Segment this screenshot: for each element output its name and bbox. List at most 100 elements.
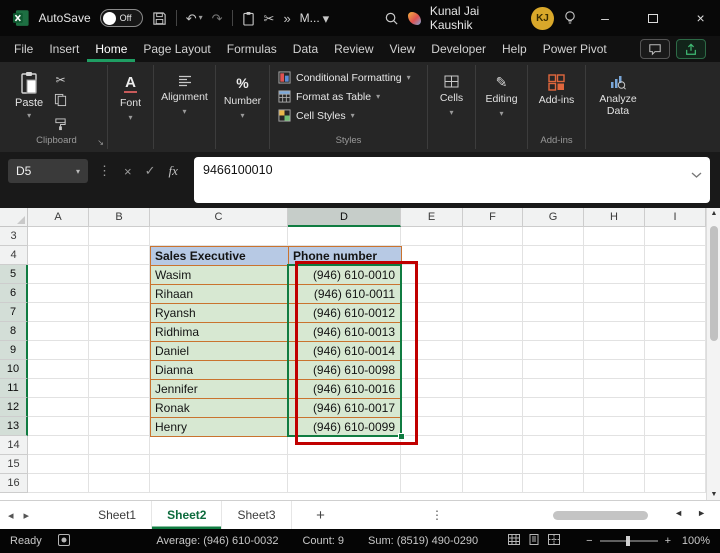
font-group-collapsed[interactable]: A Font ▾	[108, 65, 154, 149]
cell-C9[interactable]: Daniel	[150, 341, 289, 361]
zoom-slider[interactable]	[600, 540, 658, 542]
row-header-11[interactable]: 11	[0, 379, 28, 398]
column-header-B[interactable]: B	[89, 208, 150, 227]
sheet-tab-sheet1[interactable]: Sheet1	[83, 501, 152, 529]
document-menu[interactable]: M...▾	[300, 11, 330, 25]
column-header-G[interactable]: G	[523, 208, 584, 227]
user-avatar[interactable]: KJ	[531, 7, 553, 30]
column-header-F[interactable]: F	[463, 208, 523, 227]
macro-record-button[interactable]	[58, 534, 70, 549]
cell-C5[interactable]: Wasim	[150, 265, 289, 285]
share-button[interactable]	[676, 39, 706, 59]
row-header-8[interactable]: 8	[0, 322, 28, 341]
scroll-up-icon[interactable]: ▲	[707, 210, 720, 217]
cancel-icon[interactable]: ×	[124, 164, 132, 179]
cell-D6[interactable]: (946) 610-0011	[288, 284, 402, 304]
status-average[interactable]: Average: (946) 610-0032	[156, 535, 278, 547]
row-header-6[interactable]: 6	[0, 284, 28, 303]
more-commands-button[interactable]: »	[283, 12, 290, 25]
zoom-out-button[interactable]: −	[586, 535, 592, 547]
tab-file[interactable]: File	[6, 37, 41, 62]
cell-C8[interactable]: Ridhima	[150, 322, 289, 342]
page-layout-view-button[interactable]	[528, 534, 540, 548]
sheet-tab-sheet3[interactable]: Sheet3	[222, 501, 291, 529]
sheet-nav-right-icon[interactable]: ▸	[24, 509, 30, 522]
scroll-right-icon[interactable]: ►	[697, 508, 706, 518]
status-count[interactable]: Count: 9	[302, 535, 344, 547]
comments-button[interactable]	[640, 39, 670, 59]
row-header-13[interactable]: 13	[0, 417, 28, 436]
cell-C7[interactable]: Ryansh	[150, 303, 289, 323]
status-sum[interactable]: Sum: (8519) 490-0290	[368, 535, 478, 547]
number-group-collapsed[interactable]: % Number ▾	[216, 65, 270, 149]
column-header-D[interactable]: D	[288, 208, 401, 227]
lightbulb-icon[interactable]	[563, 10, 577, 26]
minimize-button[interactable]: –	[586, 0, 625, 36]
scroll-down-icon[interactable]: ▼	[707, 491, 720, 498]
redo-button[interactable]: ↷	[212, 12, 223, 25]
row-header-14[interactable]: 14	[0, 436, 28, 455]
conditional-formatting-button[interactable]: Conditional Formatting ▾	[275, 69, 422, 86]
formula-input[interactable]: 9466100010	[194, 157, 710, 203]
name-box[interactable]: D5 ▾	[8, 159, 88, 183]
tab-page-layout[interactable]: Page Layout	[135, 37, 218, 62]
undo-button[interactable]: ↶▾	[186, 12, 203, 25]
user-name[interactable]: Kunal Jai Kaushik	[430, 4, 523, 32]
zoom-in-button[interactable]: +	[665, 535, 671, 547]
column-header-A[interactable]: A	[28, 208, 89, 227]
enter-icon[interactable]: ✓	[145, 163, 156, 179]
zoom-slider-knob[interactable]	[626, 536, 630, 546]
cell-styles-button[interactable]: Cell Styles ▾	[275, 107, 422, 124]
cell-D13[interactable]: (946) 610-0099	[288, 417, 402, 437]
cell-C4[interactable]: Sales Executive	[150, 246, 289, 266]
row-header-15[interactable]: 15	[0, 455, 28, 474]
tabbar-splitter-handle[interactable]: ⋮	[431, 508, 443, 522]
tab-help[interactable]: Help	[494, 37, 535, 62]
close-button[interactable]: ×	[681, 0, 720, 36]
column-header-E[interactable]: E	[401, 208, 463, 227]
horizontal-scrollbar-thumb[interactable]	[553, 511, 648, 520]
cell-D4[interactable]: Phone number	[288, 246, 402, 266]
tab-view[interactable]: View	[382, 37, 424, 62]
row-header-5[interactable]: 5	[0, 265, 28, 284]
cell-D12[interactable]: (946) 610-0017	[288, 398, 402, 418]
column-header-C[interactable]: C	[150, 208, 288, 227]
cell-D9[interactable]: (946) 610-0014	[288, 341, 402, 361]
vertical-scrollbar[interactable]: ▲ ▼	[706, 208, 720, 500]
column-header-I[interactable]: I	[645, 208, 706, 227]
tab-home[interactable]: Home	[87, 37, 135, 62]
paste-button[interactable]: Paste ▾	[11, 69, 47, 136]
maximize-button[interactable]	[633, 0, 672, 36]
formula-bar-expand-icon[interactable]	[691, 167, 702, 181]
cell-D7[interactable]: (946) 610-0012	[288, 303, 402, 323]
addins-button[interactable]: Add-ins	[533, 69, 580, 106]
select-all-corner[interactable]	[0, 208, 28, 227]
cell-D11[interactable]: (946) 610-0016	[288, 379, 402, 399]
analyze-data-button[interactable]: Analyze Data	[591, 69, 645, 117]
sheet-tab-sheet2[interactable]: Sheet2	[152, 501, 222, 529]
normal-view-button[interactable]	[508, 534, 520, 548]
cut-button[interactable]: ✂	[264, 12, 275, 25]
cut-ribbon-button[interactable]: ✂	[56, 73, 66, 87]
tab-insert[interactable]: Insert	[41, 37, 87, 62]
autosave-toggle[interactable]: Off	[100, 9, 143, 27]
row-header-7[interactable]: 7	[0, 303, 28, 322]
row-header-4[interactable]: 4	[0, 246, 28, 265]
page-break-view-button[interactable]	[548, 534, 560, 548]
cell-D8[interactable]: (946) 610-0013	[288, 322, 402, 342]
save-button[interactable]	[152, 11, 167, 26]
namebox-resize-handle[interactable]: ⋮	[98, 163, 111, 179]
cells-group-collapsed[interactable]: Cells ▾	[428, 65, 476, 149]
row-header-9[interactable]: 9	[0, 341, 28, 360]
vertical-scrollbar-thumb[interactable]	[710, 226, 718, 341]
paste-quick-button[interactable]	[242, 11, 255, 26]
copy-button[interactable]	[54, 93, 67, 112]
row-header-16[interactable]: 16	[0, 474, 28, 493]
alignment-group-collapsed[interactable]: Alignment ▾	[154, 65, 216, 149]
tab-data[interactable]: Data	[285, 37, 326, 62]
cell-C6[interactable]: Rihaan	[150, 284, 289, 304]
tab-power-pivot[interactable]: Power Pivot	[535, 37, 615, 62]
editing-group-collapsed[interactable]: ✎ Editing ▾	[476, 65, 528, 149]
row-header-12[interactable]: 12	[0, 398, 28, 417]
cell-C13[interactable]: Henry	[150, 417, 289, 437]
